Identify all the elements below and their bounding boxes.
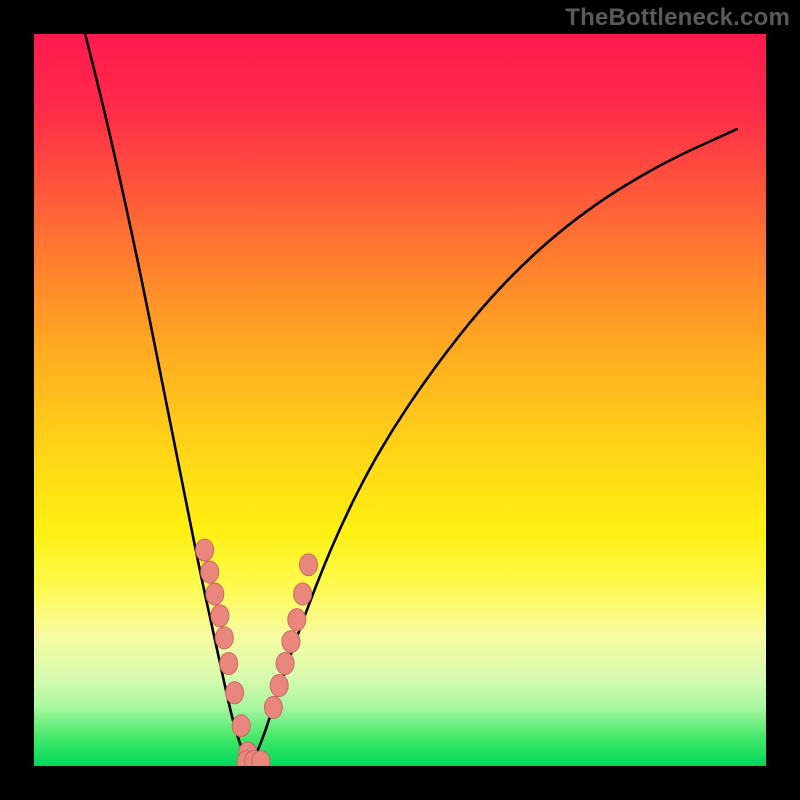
bead: [270, 675, 288, 697]
marker-beads: [196, 539, 318, 766]
chart-frame: TheBottleneck.com: [0, 0, 800, 800]
bead: [300, 554, 318, 576]
bottleneck-curve-right: [250, 129, 737, 766]
bead: [206, 583, 224, 605]
bead: [232, 715, 250, 737]
bead: [215, 627, 233, 649]
plot-area: [34, 34, 766, 766]
bottleneck-curve: [85, 34, 737, 766]
bead: [294, 583, 312, 605]
bead: [211, 605, 229, 627]
chart-svg: [34, 34, 766, 766]
bead: [220, 653, 238, 675]
bead: [282, 631, 300, 653]
bead: [276, 653, 294, 675]
bead: [264, 696, 282, 718]
bead: [288, 609, 306, 631]
watermark-text: TheBottleneck.com: [565, 4, 790, 32]
bead: [226, 682, 244, 704]
bead: [201, 561, 219, 583]
bead: [196, 539, 214, 561]
